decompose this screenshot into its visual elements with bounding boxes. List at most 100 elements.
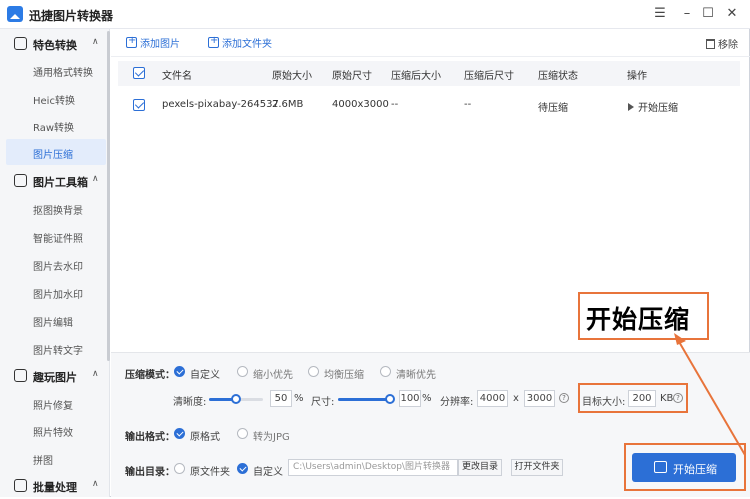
sidebar-item-repair[interactable]: 照片修复 (6, 390, 106, 416)
mode-clarity-radio[interactable] (380, 366, 391, 377)
sidebar-item-compress[interactable]: 图片压缩 (6, 139, 106, 165)
sidebar-group-features[interactable]: 特色转换 ∧ (0, 31, 110, 57)
maximize-icon[interactable]: ☐ (698, 4, 718, 24)
col-new-size: 压缩后大小 (391, 71, 441, 82)
table-header: 文件名 原始大小 原始尺寸 压缩后大小 压缩后尺寸 压缩状态 操作 (118, 61, 740, 86)
sidebar-item-heic[interactable]: Heic转换 (6, 85, 106, 111)
mode-balanced-radio[interactable] (308, 366, 319, 377)
sidebar-item-id-photo[interactable]: 智能证件照 (6, 223, 106, 249)
mode-small-radio[interactable] (237, 366, 248, 377)
group-label: 批量处理 (33, 481, 77, 494)
target-size-highlight (578, 383, 688, 413)
add-icon (126, 35, 137, 48)
chevron-up-icon: ∧ (92, 369, 99, 379)
clarity-unit: % (294, 393, 304, 404)
size-label: 尺寸: (311, 397, 335, 408)
start-button-highlight (624, 443, 746, 491)
sidebar-item-edit[interactable]: 图片编辑 (6, 307, 106, 333)
group-label: 趣玩图片 (33, 371, 77, 384)
remove-button[interactable]: 移除 (706, 36, 738, 51)
col-filename: 文件名 (162, 71, 192, 82)
select-all-checkbox[interactable] (133, 67, 145, 79)
mode-small-label: 缩小优先 (253, 370, 293, 381)
app-title: 迅捷图片转换器 (29, 9, 114, 23)
resolution-label: 分辨率: (440, 397, 474, 408)
chevron-up-icon: ∧ (92, 37, 99, 47)
sidebar-item-cutout[interactable]: 抠图换背景 (6, 195, 106, 221)
col-orig-dims: 原始尺寸 (332, 71, 372, 82)
clarity-label: 清晰度: (173, 397, 207, 408)
clarity-slider-thumb[interactable] (231, 394, 241, 404)
play-icon (628, 103, 634, 111)
new-dims: -- (464, 99, 472, 110)
close-icon[interactable]: ✕ (722, 4, 742, 24)
sidebar-item-effects[interactable]: 照片特效 (6, 417, 106, 443)
feature-convert-icon (14, 37, 27, 50)
dir-custom-label: 自定义 (253, 467, 283, 478)
orig-size: 2.6MB (272, 99, 304, 110)
add-image-button[interactable]: 添加图片 (126, 35, 180, 51)
help-icon[interactable]: ? (559, 393, 569, 403)
dir-custom-radio[interactable] (237, 463, 248, 474)
chevron-up-icon: ∧ (92, 174, 99, 184)
add-folder-button[interactable]: 添加文件夹 (208, 35, 272, 51)
sidebar-group-batch[interactable]: 批量处理 ∧ (0, 473, 110, 499)
fun-image-icon (14, 369, 27, 382)
col-action: 操作 (627, 71, 647, 82)
row-checkbox[interactable] (133, 99, 145, 111)
sidebar-item-collage[interactable]: 拼图 (6, 445, 106, 471)
sidebar-group-toolbox[interactable]: 图片工具箱 ∧ (0, 168, 110, 194)
sidebar-item-raw[interactable]: Raw转换 (6, 112, 106, 138)
sidebar-scrollbar[interactable] (107, 31, 110, 361)
change-dir-button[interactable]: 更改目录 (458, 459, 502, 476)
resolution-height-input[interactable]: 3000 (524, 390, 555, 407)
col-status: 压缩状态 (538, 71, 578, 82)
file-name: pexels-pixabay-264537 (162, 99, 279, 110)
format-label: 输出格式： (125, 432, 175, 443)
batch-icon (14, 479, 27, 492)
size-slider[interactable] (338, 394, 395, 404)
callout-text: 开始压缩 (586, 305, 691, 334)
add-folder-icon (208, 35, 219, 48)
format-jpg-label: 转为JPG (253, 432, 290, 443)
dir-label: 输出目录： (125, 467, 175, 478)
toolbox-icon (14, 174, 27, 187)
size-unit: % (422, 393, 432, 404)
col-new-dims: 压缩后尺寸 (464, 71, 514, 82)
table-row[interactable]: pexels-pixabay-264537 2.6MB 4000x3000 --… (118, 88, 698, 122)
format-original-radio[interactable] (174, 428, 185, 439)
dir-original-radio[interactable] (174, 463, 185, 474)
clarity-slider[interactable] (209, 394, 263, 404)
size-input[interactable]: 100 (399, 390, 421, 407)
group-label: 图片工具箱 (33, 176, 88, 189)
resolution-width-input[interactable]: 4000 (477, 390, 508, 407)
annotation-callout: 开始压缩 (578, 292, 709, 340)
row-start-button[interactable]: 开始压缩 (628, 99, 678, 114)
mode-label: 压缩模式： (125, 370, 175, 381)
sidebar-item-add-watermark[interactable]: 图片加水印 (6, 279, 106, 305)
dir-path-input[interactable]: C:\Users\admin\Desktop\图片转换器 (288, 459, 458, 476)
clarity-input[interactable]: 50 (270, 390, 292, 407)
resolution-separator: x (513, 393, 519, 404)
size-slider-thumb[interactable] (385, 394, 395, 404)
settings-menu-icon[interactable]: ☰ (650, 4, 670, 24)
sidebar-item-remove-watermark[interactable]: 图片去水印 (6, 251, 106, 277)
mode-custom-label: 自定义 (190, 370, 220, 381)
sidebar-item-format-convert[interactable]: 通用格式转换 (6, 57, 106, 83)
sidebar-group-fun[interactable]: 趣玩图片 ∧ (0, 363, 110, 389)
minimize-icon[interactable]: – (677, 4, 697, 24)
mode-balanced-label: 均衡压缩 (324, 370, 364, 381)
mode-custom-radio[interactable] (174, 366, 185, 377)
new-size: -- (391, 99, 399, 110)
status-text: 待压缩 (538, 103, 568, 114)
sidebar-item-ocr[interactable]: 图片转文字 (6, 335, 106, 361)
format-jpg-radio[interactable] (237, 428, 248, 439)
col-orig-size: 原始大小 (272, 71, 312, 82)
title-bar: 迅捷图片转换器 ☰ – ☐ ✕ (0, 0, 750, 29)
sidebar: 特色转换 ∧ 通用格式转换 Heic转换 Raw转换 图片压缩 图片工具箱 ∧ … (0, 29, 110, 497)
open-folder-button[interactable]: 打开文件夹 (511, 459, 563, 476)
chevron-up-icon: ∧ (92, 479, 99, 489)
trash-icon (706, 39, 715, 49)
size-slider-fill (338, 398, 390, 401)
mode-clarity-label: 清晰优先 (396, 370, 436, 381)
